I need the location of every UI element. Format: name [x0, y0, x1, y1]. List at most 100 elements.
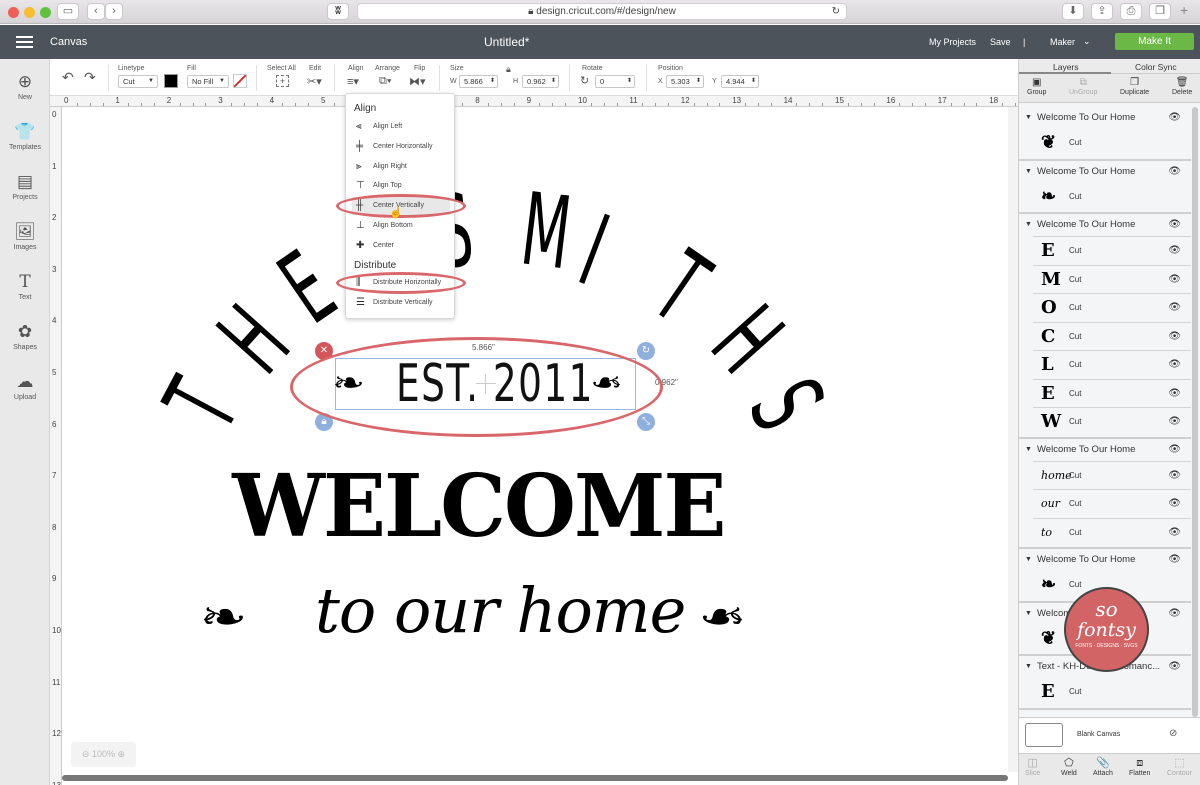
- eye-icon[interactable]: 👁: [1168, 490, 1181, 518]
- layer-row[interactable]: E Cut 👁: [1033, 236, 1191, 264]
- layer-row[interactable]: W Cut 👁: [1033, 407, 1191, 435]
- y-position-input[interactable]: 4.944 ⬍: [721, 75, 759, 88]
- flip-icon[interactable]: ⧓▾: [409, 75, 426, 88]
- layer-row[interactable]: ❧ Cut: [1033, 183, 1191, 211]
- group-button[interactable]: ▣ Group: [1027, 77, 1046, 96]
- collapse-caret-icon[interactable]: ▼: [1025, 550, 1032, 570]
- layer-row[interactable]: our Cut 👁: [1033, 489, 1191, 517]
- eye-icon[interactable]: 👁: [1168, 550, 1181, 570]
- close-window-button[interactable]: [8, 7, 19, 18]
- print-icon[interactable]: ⎙: [1120, 3, 1142, 20]
- eye-icon[interactable]: 👁: [1168, 657, 1181, 677]
- sidebar-item-upload[interactable]: ☁ Upload: [0, 372, 50, 401]
- stepper-icon[interactable]: ⬍: [490, 76, 495, 87]
- eye-hidden-icon[interactable]: ⊘: [1169, 728, 1177, 739]
- eye-icon[interactable]: 👁: [1168, 266, 1181, 294]
- downloads-icon[interactable]: ⬇: [1062, 3, 1084, 20]
- select-all-icon[interactable]: +: [276, 75, 289, 87]
- eye-icon[interactable]: 👁: [1168, 408, 1181, 436]
- tab-layers[interactable]: Layers: [1053, 62, 1079, 72]
- eye-icon[interactable]: 👁: [1168, 108, 1181, 128]
- lock-aspect-icon[interactable]: 🔒︎: [506, 64, 511, 75]
- ungroup-button[interactable]: ⧉ UnGroup: [1069, 77, 1097, 96]
- layer-row[interactable]: C Cut 👁: [1033, 321, 1191, 351]
- collapse-caret-icon[interactable]: ▼: [1025, 162, 1032, 182]
- layer-row[interactable]: O Cut 👁: [1033, 293, 1191, 321]
- rotate-handle-icon[interactable]: ↻: [637, 342, 655, 360]
- eye-icon[interactable]: 👁: [1168, 519, 1181, 547]
- flatten-button[interactable]: ⧈ Flatten: [1129, 757, 1150, 777]
- slice-button[interactable]: ◫ Slice: [1025, 757, 1040, 777]
- linetype-select[interactable]: Cut ▼: [118, 75, 158, 88]
- layer-row[interactable]: home Cut 👁: [1033, 460, 1191, 490]
- tabs-overview-icon[interactable]: ❐: [1149, 3, 1171, 20]
- zoom-in-icon[interactable]: ⊕: [118, 749, 126, 759]
- new-tab-icon[interactable]: +: [1180, 2, 1188, 18]
- forward-button[interactable]: ›: [105, 3, 123, 20]
- chevron-down-icon[interactable]: ⌄: [1083, 36, 1091, 47]
- vertical-scrollbar[interactable]: [1008, 107, 1018, 772]
- zoom-out-icon[interactable]: ⊖: [82, 749, 90, 759]
- fill-select[interactable]: No Fill ▼: [187, 75, 229, 88]
- collapse-caret-icon[interactable]: ▼: [1025, 440, 1032, 460]
- document-title[interactable]: Untitled*: [484, 35, 529, 49]
- undo-icon[interactable]: ↶: [62, 69, 74, 86]
- sidebar-item-templates[interactable]: 👕 Templates: [0, 122, 50, 151]
- layer-group-header[interactable]: ▼ Welcome To Our Home 👁: [1019, 108, 1191, 128]
- collapse-caret-icon[interactable]: ▼: [1025, 604, 1032, 624]
- resize-handle-icon[interactable]: ⤡: [637, 413, 655, 431]
- sidebar-item-shapes[interactable]: ✿ Shapes: [0, 322, 50, 351]
- layer-group-header[interactable]: ▼ Welcome To Our Home 👁: [1019, 162, 1191, 182]
- my-projects-link[interactable]: My Projects: [929, 37, 976, 47]
- attach-button[interactable]: 📎 Attach: [1093, 757, 1113, 777]
- back-button[interactable]: ‹: [87, 3, 105, 20]
- address-bar[interactable]: 🔒︎ design.cricut.com/#/design/new ↻: [357, 3, 847, 20]
- blank-canvas-row[interactable]: Blank Canvas ⊘: [1019, 717, 1200, 753]
- sidebar-item-images[interactable]: 🖼 Images: [0, 222, 50, 251]
- weld-button[interactable]: ⬠ Weld: [1061, 757, 1077, 777]
- eye-icon[interactable]: 👁: [1168, 294, 1181, 322]
- x-position-input[interactable]: 5.303 ⬍: [666, 75, 704, 88]
- stepper-icon[interactable]: ⬍: [551, 76, 556, 87]
- collapse-caret-icon[interactable]: ▼: [1025, 657, 1032, 677]
- eye-icon[interactable]: 👁: [1168, 604, 1181, 624]
- collapse-caret-icon[interactable]: ▼: [1025, 215, 1032, 235]
- contour-button[interactable]: ⬚ Contour: [1167, 757, 1192, 777]
- hamburger-menu-icon[interactable]: [16, 36, 33, 48]
- share-icon[interactable]: ⇪: [1091, 3, 1113, 20]
- menu-item-align-bottom[interactable]: ⊥ Align Bottom: [352, 217, 450, 235]
- stepper-icon[interactable]: ⬍: [627, 76, 632, 87]
- height-input[interactable]: 0.962 ⬍: [522, 75, 559, 88]
- eye-icon[interactable]: 👁: [1168, 462, 1181, 490]
- layer-group-header[interactable]: ▼ Welcome To Our Home 👁: [1019, 550, 1191, 570]
- eye-icon[interactable]: 👁: [1168, 237, 1181, 265]
- delete-button[interactable]: 🗑 Delete: [1172, 77, 1192, 96]
- eye-icon[interactable]: 👁: [1168, 215, 1181, 235]
- edit-icon[interactable]: ✂▾: [307, 75, 322, 88]
- make-it-button[interactable]: Make It: [1115, 33, 1194, 50]
- layer-group-header[interactable]: ▼ Welcome To Our Home 👁: [1019, 215, 1191, 235]
- eye-icon[interactable]: 👁: [1168, 351, 1181, 379]
- no-fill-swatch[interactable]: [233, 74, 247, 88]
- align-icon[interactable]: ≡▾: [347, 75, 359, 88]
- menu-item-align-top[interactable]: ⊤ Align Top: [352, 177, 450, 195]
- layer-row[interactable]: ❦ Cut: [1033, 129, 1191, 157]
- eye-icon[interactable]: 👁: [1168, 162, 1181, 182]
- machine-select[interactable]: Maker: [1050, 37, 1075, 47]
- save-link[interactable]: Save: [990, 37, 1011, 47]
- layer-row[interactable]: to Cut 👁: [1033, 517, 1191, 547]
- eye-icon[interactable]: 👁: [1168, 323, 1181, 351]
- sidebar-item-text[interactable]: T Text: [0, 272, 50, 301]
- horizontal-scrollbar[interactable]: [62, 775, 1008, 781]
- layers-scrollbar[interactable]: [1192, 107, 1198, 717]
- layer-row[interactable]: L Cut 👁: [1033, 350, 1191, 378]
- tab-color-sync[interactable]: Color Sync: [1135, 62, 1177, 72]
- blank-canvas-swatch[interactable]: [1025, 723, 1063, 747]
- menu-item-center[interactable]: ✚ Center: [352, 237, 450, 255]
- eye-icon[interactable]: 👁: [1168, 440, 1181, 460]
- arrange-icon[interactable]: ⧉▾: [379, 75, 391, 88]
- layer-group-header[interactable]: ▼ Welcome To Our Home 👁: [1019, 440, 1191, 460]
- sidebar-item-new[interactable]: ⊕ New: [0, 72, 50, 101]
- right-olive-branch-icon[interactable]: ❧: [698, 592, 746, 643]
- eye-icon[interactable]: 👁: [1168, 380, 1181, 408]
